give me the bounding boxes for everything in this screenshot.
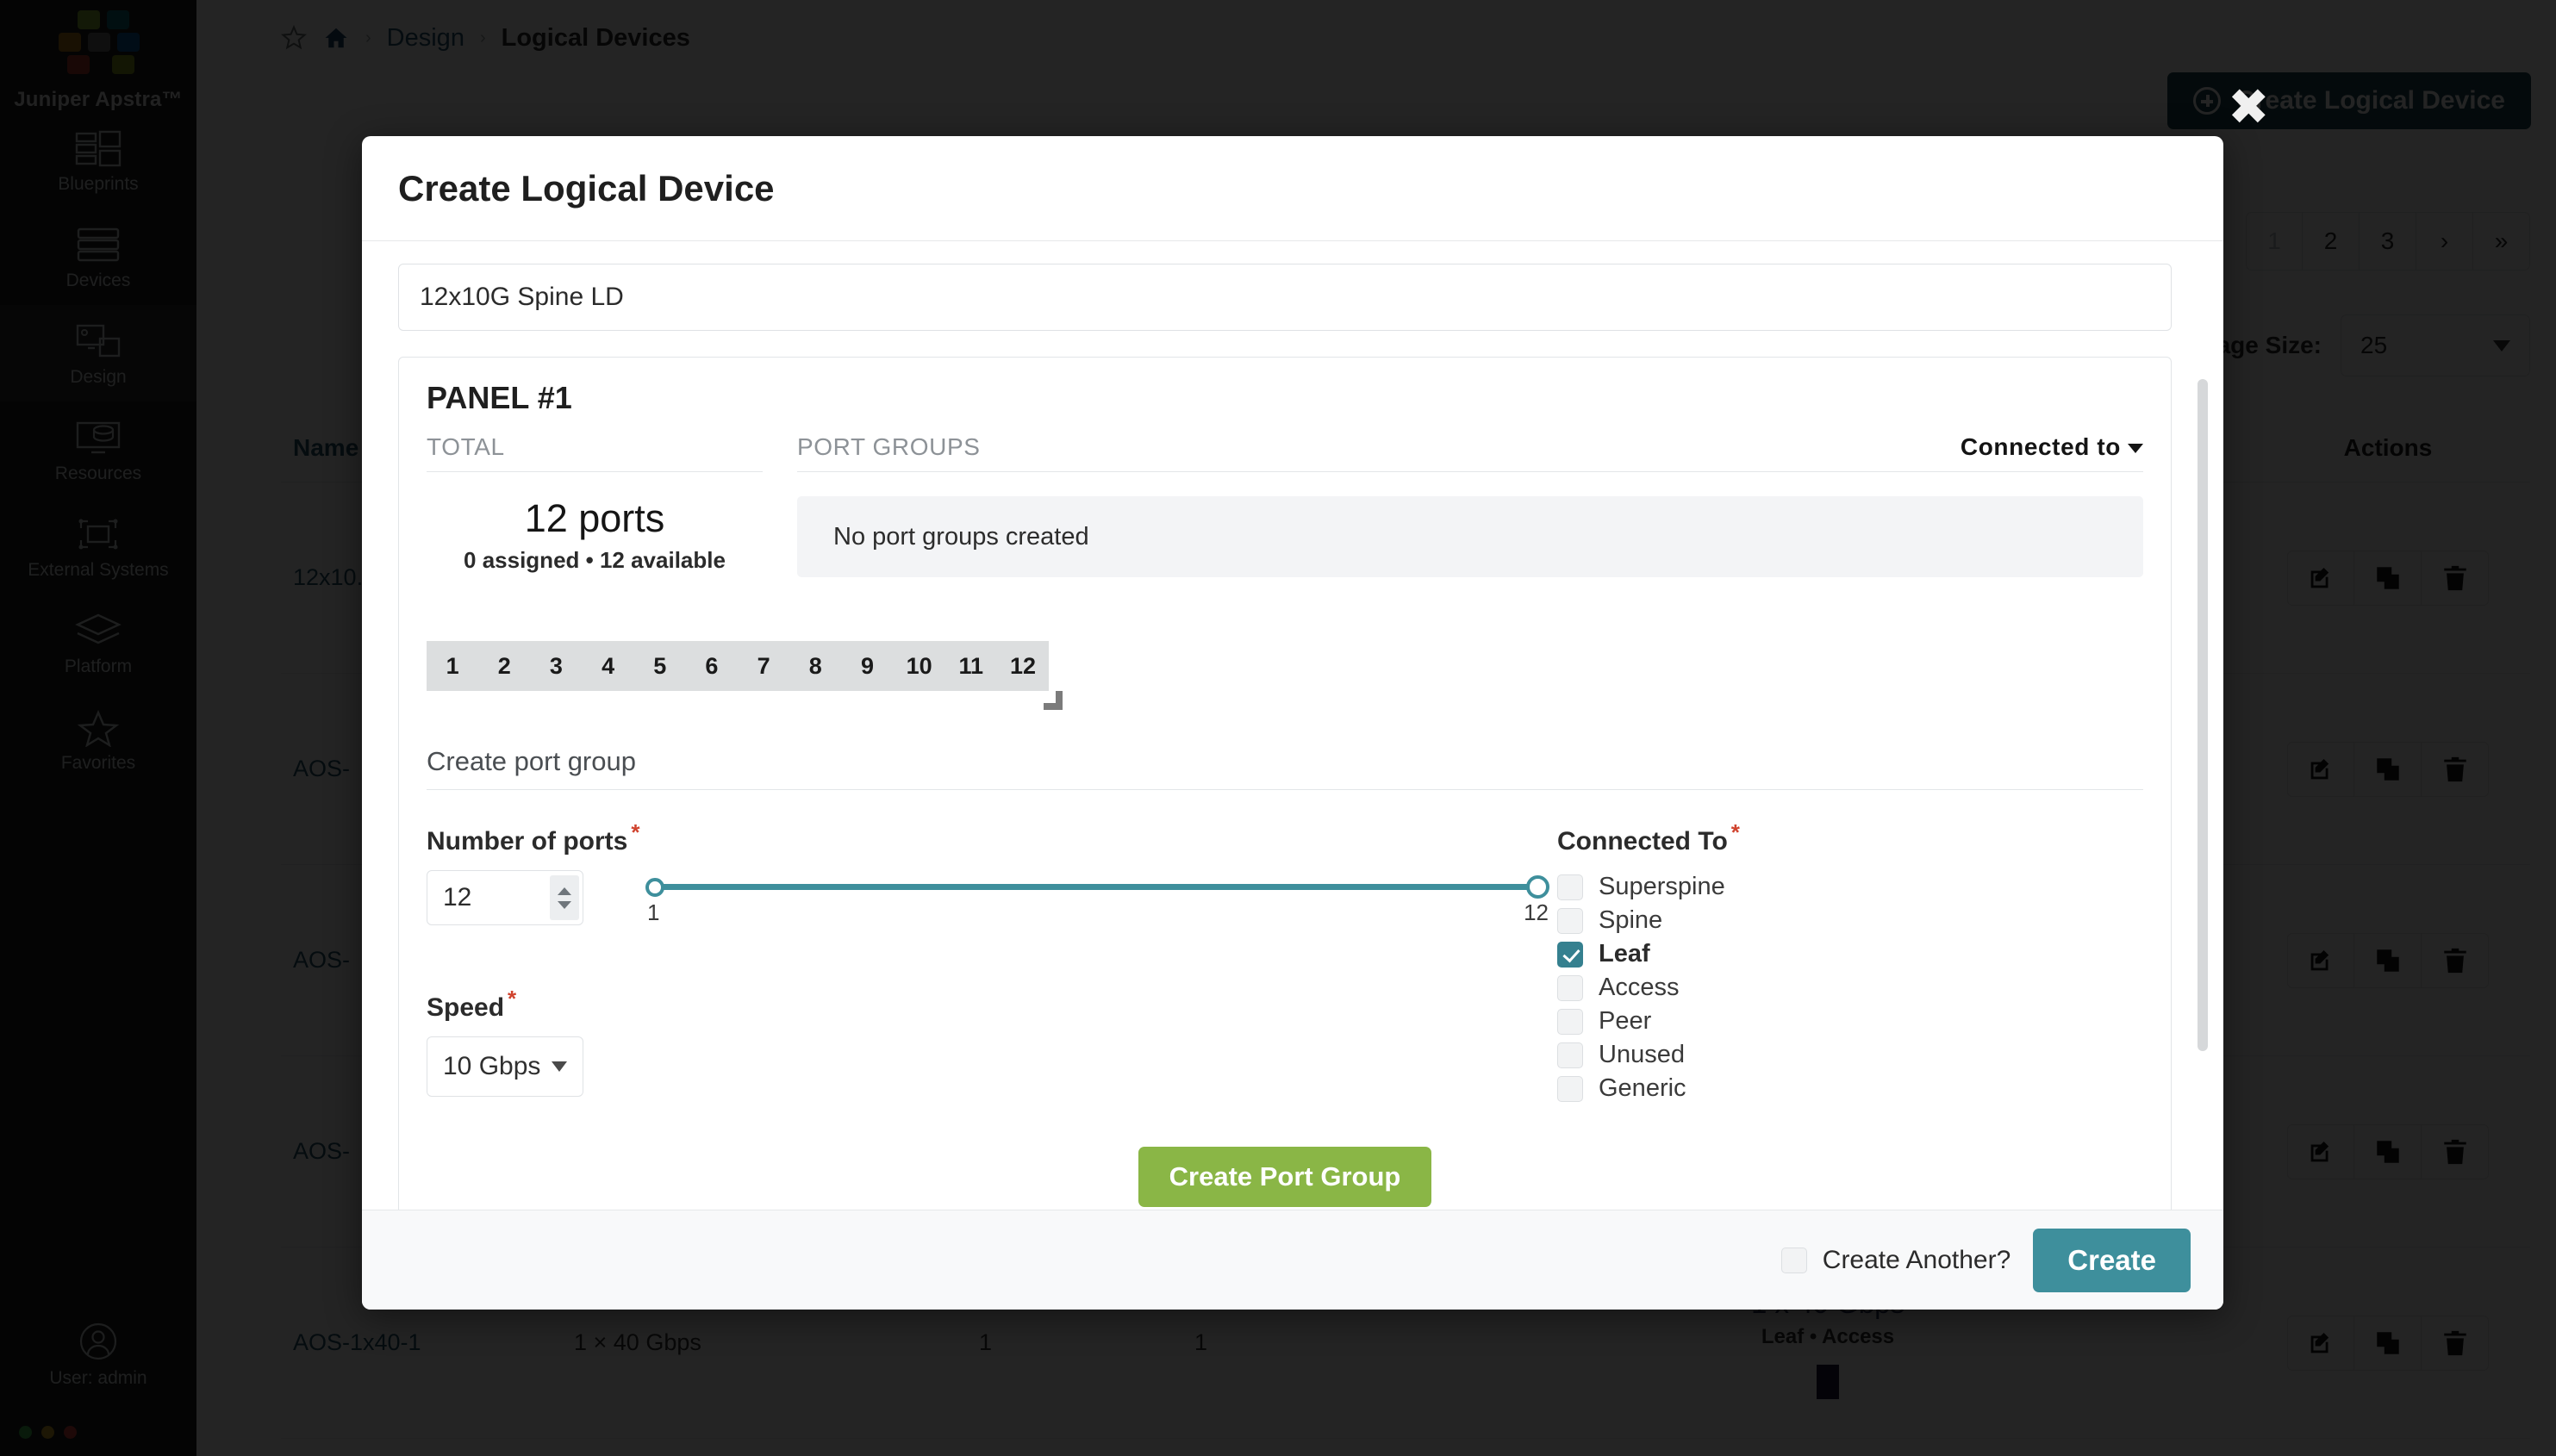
connected-to-label-text: Connected To	[1557, 827, 1728, 856]
chevron-down-icon	[552, 1061, 567, 1072]
checkbox-leaf[interactable]: Leaf	[1557, 937, 2143, 971]
port-cell[interactable]: 2	[478, 653, 530, 680]
total-ports-detail: 0 assigned • 12 available	[464, 547, 726, 573]
port-cell[interactable]: 5	[634, 653, 686, 680]
checkbox-box	[1557, 907, 1583, 934]
checkbox-superspine[interactable]: Superspine	[1557, 870, 2143, 904]
create-port-group-section-title: Create port group	[427, 746, 2143, 790]
checkbox-box	[1557, 1042, 1583, 1068]
checkbox-label: Access	[1599, 974, 1680, 1001]
connected-to-dropdown[interactable]: Connected to	[1961, 433, 2143, 461]
checkbox-box	[1557, 974, 1583, 1001]
dialog-header: Create Logical Device	[362, 136, 2223, 241]
checkbox-box-checked	[1557, 941, 1583, 968]
port-strip: 1 2 3 4 5 6 7 8 9 10 11 12	[427, 641, 1049, 691]
required-asterisk: *	[631, 819, 640, 845]
ports-range-slider[interactable]: 1 12	[645, 870, 1549, 941]
checkbox-label: Superspine	[1599, 873, 1725, 900]
total-header-label: TOTAL	[427, 433, 505, 460]
port-groups-header-label: PORT GROUPS	[797, 433, 981, 460]
port-cell[interactable]: 8	[789, 653, 841, 680]
required-asterisk: *	[508, 986, 517, 1011]
close-icon[interactable]: ✖	[2228, 82, 2270, 132]
port-cell[interactable]: 11	[945, 653, 997, 680]
checkbox-label: Spine	[1599, 906, 1663, 934]
checkbox-label: Leaf	[1599, 940, 1650, 968]
create-another-label: Create Another?	[1822, 1245, 2011, 1274]
port-strip-container: 1 2 3 4 5 6 7 8 9 10 11 12	[427, 641, 1063, 710]
required-asterisk: *	[1730, 819, 1740, 845]
chevron-down-icon	[2128, 444, 2143, 454]
speed-label-text: Speed	[427, 993, 505, 1022]
checkbox-label: Unused	[1599, 1041, 1685, 1068]
slider-max-label: 12	[1524, 899, 1549, 925]
checkbox-generic[interactable]: Generic	[1557, 1072, 2143, 1105]
number-of-ports-label: Number of ports *	[427, 819, 1538, 856]
connected-to-checkbox-list: Superspine Spine Leaf Access Peer Unused…	[1557, 870, 2143, 1105]
speed-label: Speed *	[427, 986, 1538, 1023]
checkbox-box	[1557, 1075, 1583, 1102]
speed-field: Speed * 10 Gbps	[427, 986, 1538, 1097]
create-logical-device-dialog: Create Logical Device PANEL #1 TOTAL 12 …	[362, 136, 2223, 1310]
port-groups-header: PORT GROUPS Connected to	[797, 433, 2143, 472]
checkbox-box	[1557, 1008, 1583, 1035]
connected-to-field: Connected To * Superspine Spine Leaf Acc…	[1538, 819, 2143, 1105]
checkbox-label: Peer	[1599, 1007, 1652, 1035]
checkbox-access[interactable]: Access	[1557, 971, 2143, 1005]
speed-value: 10 Gbps	[443, 1052, 541, 1080]
panel-title: PANEL #1	[427, 380, 572, 415]
dialog-scrollbar[interactable]	[2198, 379, 2208, 1051]
slider-min-handle[interactable]	[645, 878, 664, 897]
dialog-body: PANEL #1 TOTAL 12 ports 0 assigned • 12 …	[362, 241, 2223, 1210]
no-port-groups-message: No port groups created	[797, 496, 2143, 577]
checkbox-label: Generic	[1599, 1074, 1686, 1102]
panel-resize-handle[interactable]	[1044, 691, 1063, 710]
connected-to-dropdown-label: Connected to	[1960, 433, 2121, 460]
total-ports-value: 12 ports	[524, 496, 665, 540]
port-cell[interactable]: 1	[427, 653, 478, 680]
checkbox-unused[interactable]: Unused	[1557, 1038, 2143, 1072]
create-another-checkbox[interactable]: Create Another?	[1780, 1245, 2011, 1275]
port-cell[interactable]: 4	[583, 653, 634, 680]
slider-max-handle[interactable]	[1526, 875, 1549, 899]
dialog-title: Create Logical Device	[398, 167, 775, 208]
logical-device-name-input[interactable]	[398, 264, 2172, 331]
slider-min-label: 1	[647, 899, 660, 925]
checkbox-box	[1557, 874, 1583, 900]
connected-to-label: Connected To *	[1557, 819, 2143, 856]
port-group-form-left: Number of ports * 12 1 12 Speed * 10 Gbp…	[427, 819, 1549, 1105]
total-header: TOTAL	[427, 433, 763, 472]
port-cell[interactable]: 12	[997, 653, 1049, 680]
total-column: TOTAL 12 ports 0 assigned • 12 available	[427, 433, 763, 577]
port-cell[interactable]: 10	[894, 653, 945, 680]
panel-card: PANEL #1 TOTAL 12 ports 0 assigned • 12 …	[398, 357, 2172, 1210]
stepper-down-icon	[558, 900, 571, 909]
slider-track	[652, 884, 1538, 890]
dialog-footer: Create Another? Create	[362, 1210, 2223, 1310]
checkbox-peer[interactable]: Peer	[1557, 1005, 2143, 1038]
port-cell[interactable]: 6	[686, 653, 738, 680]
number-of-ports-label-text: Number of ports	[427, 827, 628, 856]
stepper-up-icon	[558, 887, 571, 895]
port-groups-column: PORT GROUPS Connected to No port groups …	[797, 433, 2143, 577]
checkbox-spine[interactable]: Spine	[1557, 904, 2143, 937]
create-button[interactable]: Create	[2033, 1228, 2191, 1292]
port-cell[interactable]: 3	[530, 653, 582, 680]
checkbox-box	[1780, 1247, 1807, 1273]
speed-select[interactable]: 10 Gbps	[427, 1036, 583, 1097]
port-cell[interactable]: 7	[738, 653, 789, 680]
quantity-stepper[interactable]	[550, 875, 579, 920]
port-cell[interactable]: 9	[841, 653, 893, 680]
number-of-ports-row: 1 12	[427, 870, 1549, 941]
create-port-group-button[interactable]: Create Port Group	[1138, 1147, 1432, 1207]
